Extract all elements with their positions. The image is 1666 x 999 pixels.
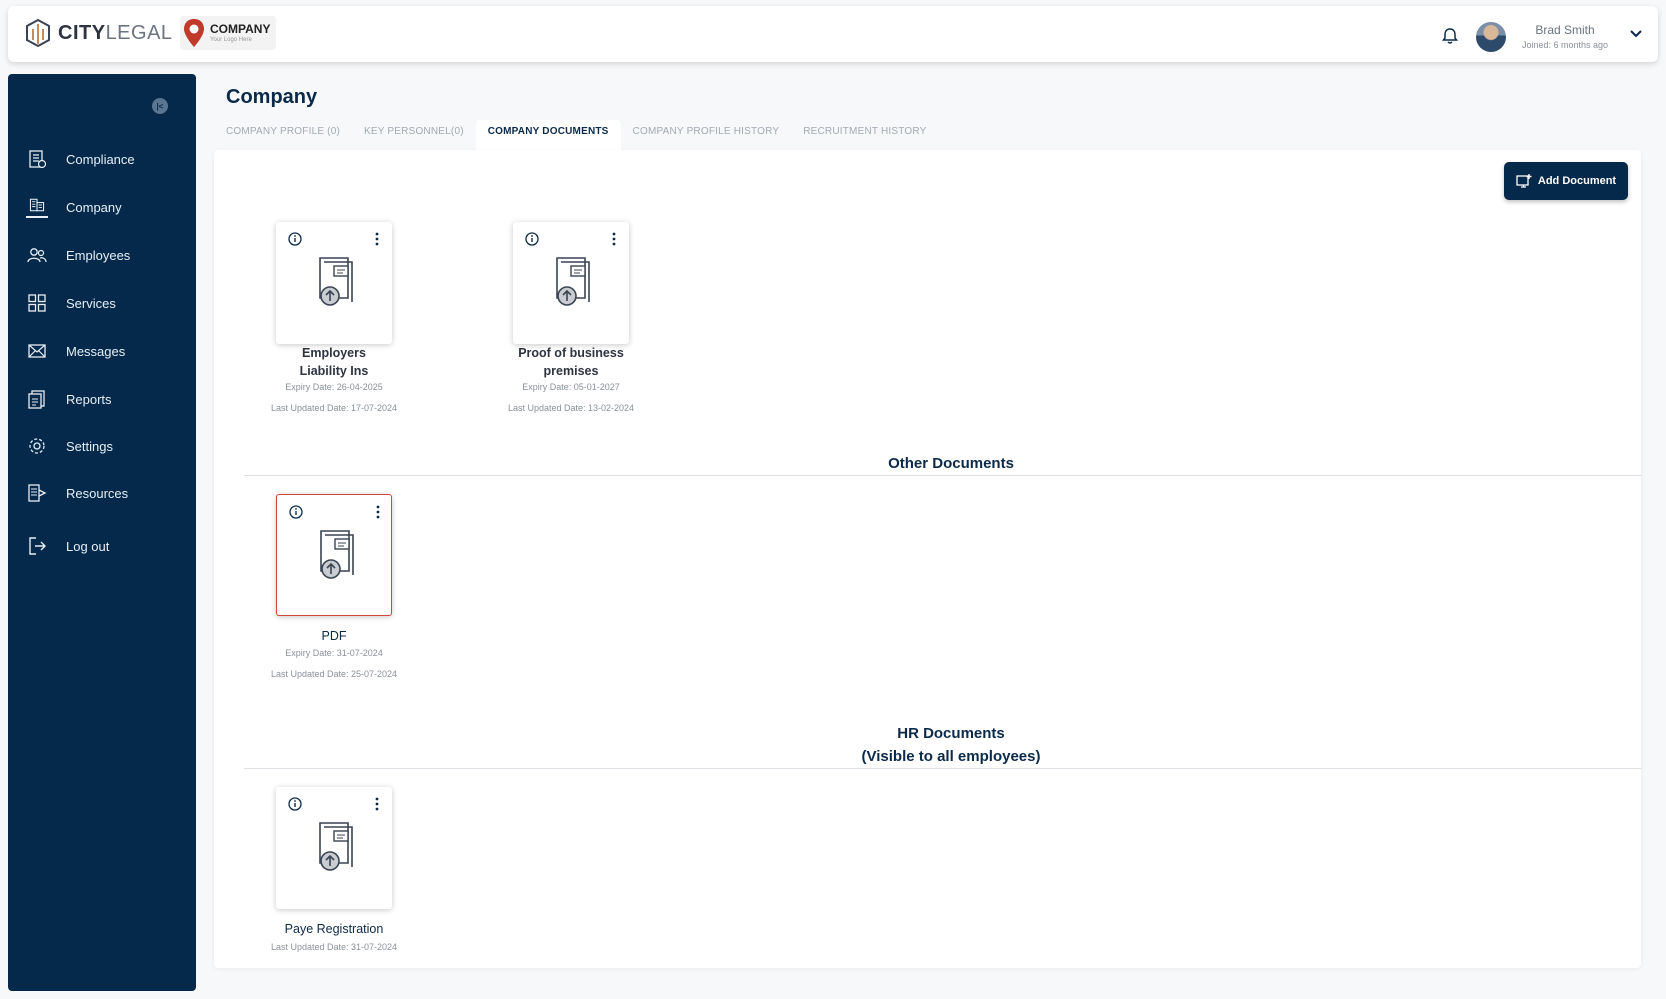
tab-key-personnel[interactable]: KEY PERSONNEL(0) bbox=[352, 120, 476, 150]
sidebar-item-label: Settings bbox=[66, 438, 113, 454]
report-icon bbox=[28, 390, 45, 409]
citylegal-logo[interactable]: CITYLEGAL bbox=[24, 18, 173, 48]
sidebar-item-messages[interactable]: Messages bbox=[26, 336, 125, 366]
page-title: Company bbox=[226, 86, 318, 108]
user-joined: Joined: 6 months ago bbox=[1521, 40, 1609, 50]
hr-documents-heading: HR Documents (Visible to all employees) bbox=[844, 722, 1058, 768]
sidebar-item-label: Reports bbox=[66, 391, 112, 407]
more-options-icon[interactable] bbox=[374, 796, 380, 812]
company-icon bbox=[26, 198, 48, 218]
document-expiry: Expiry Date: 26-04-2025 bbox=[285, 382, 383, 392]
sidebar: |< Compliance Company Employees Services… bbox=[8, 74, 196, 991]
document-card-proof-of-premises[interactable] bbox=[513, 222, 629, 344]
sidebar-item-label: Resources bbox=[66, 485, 129, 501]
citylegal-logo-icon bbox=[26, 18, 50, 48]
document-title: Paye Registration bbox=[284, 922, 384, 936]
tab-company-documents[interactable]: COMPANY DOCUMENTS bbox=[475, 120, 621, 150]
more-options-icon[interactable] bbox=[611, 231, 617, 247]
document-title: Proof of business premises bbox=[518, 346, 624, 378]
users-icon bbox=[27, 248, 47, 263]
sidebar-item-compliance[interactable]: Compliance bbox=[26, 144, 135, 174]
user-name: Brad Smith bbox=[1535, 23, 1595, 37]
sidebar-item-label: Services bbox=[66, 295, 116, 311]
tab-recruitment-history[interactable]: RECRUITMENT HISTORY bbox=[791, 120, 938, 150]
chevron-down-icon[interactable] bbox=[1628, 26, 1644, 42]
company-logo-title: COMPANY bbox=[210, 22, 271, 36]
company-logo-subtitle: Your Logo Here bbox=[210, 37, 252, 43]
top-bar: CITYLEGAL COMPANY Your Logo Here Brad Sm… bbox=[8, 6, 1658, 62]
add-document-label: Add Document bbox=[1537, 175, 1617, 187]
envelope-icon bbox=[28, 344, 46, 358]
document-card-paye-registration[interactable] bbox=[276, 787, 392, 909]
sidebar-item-label: Compliance bbox=[66, 151, 135, 167]
sidebar-item-logout[interactable]: Log out bbox=[26, 531, 109, 561]
document-upload-icon bbox=[320, 530, 354, 579]
info-icon[interactable] bbox=[288, 232, 302, 246]
brand-name: CITYLEGAL bbox=[58, 21, 173, 44]
document-updated: Last Updated Date: 31-07-2024 bbox=[270, 942, 398, 952]
tab-company-profile-history[interactable]: COMPANY PROFILE HISTORY bbox=[621, 120, 792, 150]
document-upload-icon bbox=[556, 257, 590, 306]
sidebar-item-employees[interactable]: Employees bbox=[26, 240, 130, 270]
avatar[interactable] bbox=[1476, 22, 1506, 52]
more-options-icon[interactable] bbox=[375, 504, 381, 520]
grid-icon bbox=[28, 294, 46, 312]
document-card-employers-liability[interactable] bbox=[276, 222, 392, 344]
document-updated: Last Updated Date: 25-07-2024 bbox=[270, 669, 398, 679]
more-options-icon[interactable] bbox=[374, 231, 380, 247]
document-expiry: Expiry Date: 31-07-2024 bbox=[285, 648, 383, 658]
document-updated: Last Updated Date: 17-07-2024 bbox=[270, 403, 398, 413]
company-logo: COMPANY Your Logo Here bbox=[180, 16, 277, 50]
tab-company-profile[interactable]: COMPANY PROFILE (0) bbox=[214, 120, 352, 150]
sidebar-item-services[interactable]: Services bbox=[26, 288, 116, 318]
resources-icon bbox=[28, 484, 47, 502]
document-card-pdf[interactable] bbox=[276, 494, 392, 616]
document-updated: Last Updated Date: 13-02-2024 bbox=[507, 403, 635, 413]
map-pin-icon bbox=[184, 19, 204, 47]
sidebar-item-settings[interactable]: Settings bbox=[26, 431, 113, 461]
sidebar-item-label: Company bbox=[66, 199, 122, 215]
sidebar-item-label: Log out bbox=[66, 538, 110, 554]
section-divider bbox=[244, 768, 1642, 769]
info-icon[interactable] bbox=[525, 232, 539, 246]
document-upload-icon bbox=[319, 257, 353, 306]
info-icon[interactable] bbox=[288, 797, 302, 811]
collapse-sidebar-button[interactable]: |< bbox=[152, 98, 168, 114]
document-upload-icon bbox=[319, 822, 353, 871]
other-documents-heading: Other Documents bbox=[869, 452, 1033, 475]
sidebar-item-label: Messages bbox=[66, 343, 126, 359]
gear-icon bbox=[29, 438, 45, 454]
add-document-icon bbox=[1516, 174, 1532, 188]
sidebar-item-resources[interactable]: Resources bbox=[26, 478, 128, 508]
section-divider bbox=[244, 475, 1642, 476]
logout-icon bbox=[29, 537, 46, 555]
document-title: Employers Liability Ins bbox=[299, 346, 369, 378]
sidebar-item-company[interactable]: Company bbox=[26, 192, 122, 222]
sidebar-item-reports[interactable]: Reports bbox=[26, 384, 112, 414]
document-expiry: Expiry Date: 05-01-2027 bbox=[522, 382, 620, 392]
sidebar-item-label: Employees bbox=[66, 247, 131, 263]
bell-icon[interactable] bbox=[1440, 26, 1460, 46]
info-icon[interactable] bbox=[289, 505, 303, 519]
documents-panel: Add Document Employers Liability Ins Expi… bbox=[214, 150, 1642, 968]
building-check-icon bbox=[29, 150, 47, 169]
tab-bar: COMPANY PROFILE (0) KEY PERSONNEL(0) COM… bbox=[214, 120, 938, 150]
add-document-button[interactable]: Add Document bbox=[1504, 162, 1628, 200]
document-title: PDF bbox=[321, 629, 347, 643]
